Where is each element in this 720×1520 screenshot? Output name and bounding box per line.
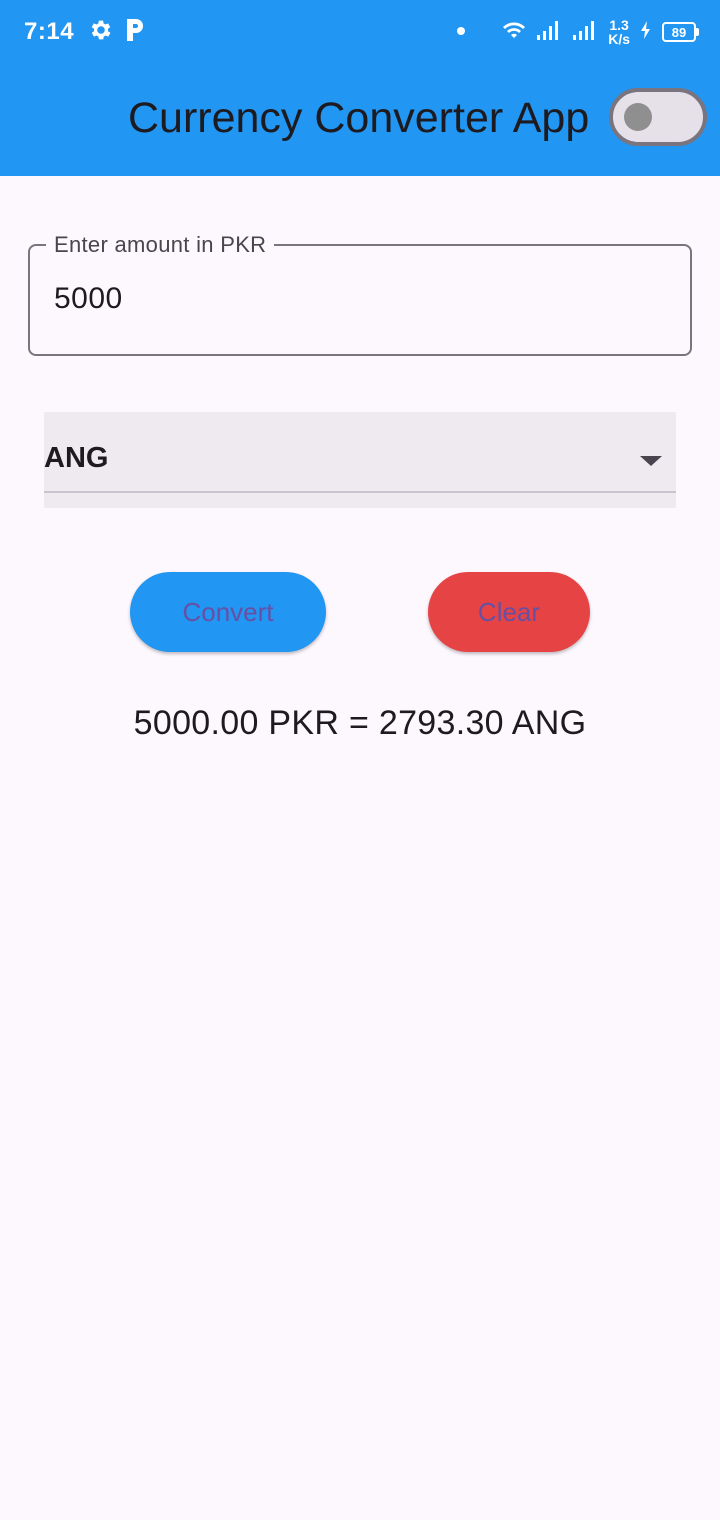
amount-input-field[interactable]: Enter amount in PKR 5000 [28, 232, 692, 356]
charging-icon [640, 20, 652, 45]
p-app-icon [124, 17, 146, 48]
theme-toggle-switch[interactable] [609, 88, 707, 146]
amount-input-value[interactable]: 5000 [54, 282, 123, 316]
currency-dropdown[interactable]: ANG [44, 412, 676, 508]
convert-button[interactable]: Convert [130, 572, 326, 652]
currency-dropdown-value: ANG [44, 442, 109, 474]
status-time: 7:14 [24, 18, 75, 45]
conversion-result: 5000.00 PKR = 2793.30 ANG [133, 704, 587, 742]
dropdown-arrow-icon [640, 456, 662, 466]
amount-input-label: Enter amount in PKR [46, 232, 275, 258]
signal-icon [536, 19, 562, 46]
battery-icon: 89 [662, 22, 699, 42]
network-speed-unit: K/s [608, 31, 630, 47]
network-speed: 1.3 K/s [608, 18, 630, 46]
notification-dot-icon [456, 23, 466, 41]
signal-icon [572, 19, 598, 46]
dropdown-underline [44, 491, 676, 493]
gear-icon [88, 17, 114, 48]
network-speed-value: 1.3 [609, 17, 629, 33]
clear-button[interactable]: Clear [428, 572, 590, 652]
switch-thumb [624, 103, 652, 131]
status-bar: 7:14 1.3 K/s 89 [0, 0, 720, 64]
page-title: Currency Converter App [128, 94, 590, 142]
wifi-icon [502, 20, 526, 45]
app-bar: 7:14 1.3 K/s 89 Currency Converter App [0, 0, 720, 176]
